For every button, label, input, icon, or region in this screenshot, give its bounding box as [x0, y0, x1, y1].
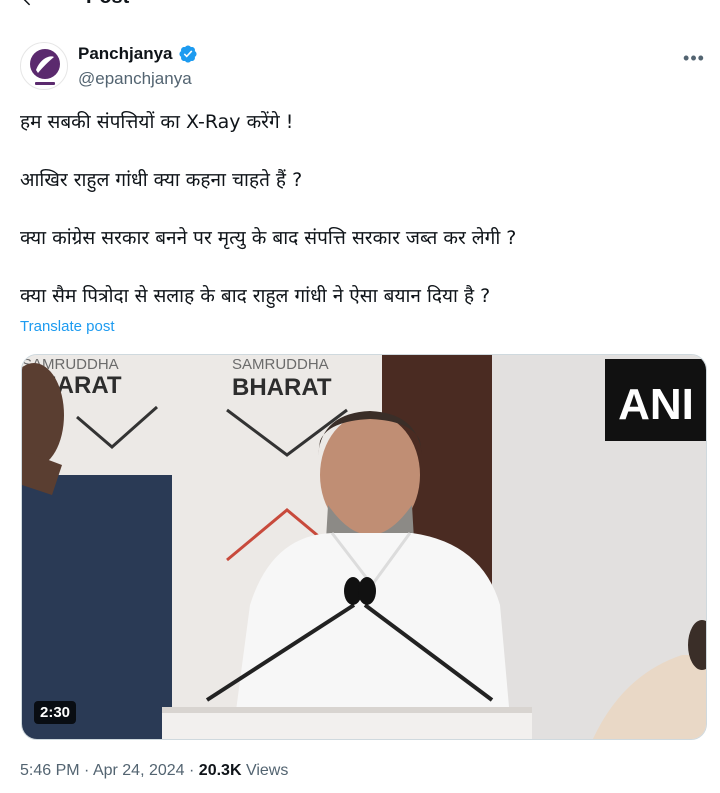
tweet-text: हम सबकी संपत्तियों का X-Ray करेंगे ! आखि…: [20, 108, 700, 310]
more-dots-icon: •••: [683, 48, 705, 68]
tweet-line: क्या कांग्रेस सरकार बनने पर मृत्यु के बा…: [20, 227, 517, 249]
ani-watermark: ANI: [618, 380, 694, 429]
views-count: 20.3K: [198, 762, 242, 779]
tweet-line: हम सबकी संपत्तियों का X-Ray करेंगे !: [20, 111, 294, 133]
video-player[interactable]: SAMRUDDHA BHARAT SAMRUDDHA BHARAT ANI 2:…: [21, 354, 707, 740]
post-header: Panchjanya @epanchjanya •••: [20, 40, 708, 96]
translate-post-link[interactable]: Translate post: [20, 318, 115, 335]
verified-badge-icon: [178, 45, 197, 63]
video-frame: SAMRUDDHA BHARAT SAMRUDDHA BHARAT ANI: [22, 355, 706, 739]
top-bar: Post: [0, 0, 720, 12]
post-time[interactable]: 5:46 PM: [20, 762, 80, 779]
handle[interactable]: @epanchjanya: [78, 69, 192, 89]
tweet-line: आखिर राहुल गांधी क्या कहना चाहते हैं ?: [20, 169, 303, 191]
panchjanya-logo-icon: [30, 49, 60, 85]
avatar[interactable]: [20, 42, 68, 90]
post-meta: 5:46 PM · Apr 24, 2024 · 20.3K Views: [20, 762, 288, 780]
backdrop-text: BHARAT: [232, 374, 332, 401]
views-label: Views: [245, 762, 289, 779]
display-name[interactable]: Panchjanya: [78, 44, 173, 64]
backdrop-text: SAMRUDDHA: [232, 356, 329, 373]
meta-separator: ·: [189, 762, 195, 779]
tweet-line: क्या सैम पित्रोदा से सलाह के बाद राहुल ग…: [20, 285, 491, 307]
name-row: Panchjanya: [78, 44, 198, 64]
post-date[interactable]: Apr 24, 2024: [93, 762, 185, 779]
more-options-button[interactable]: •••: [680, 44, 708, 72]
meta-separator: ·: [84, 762, 90, 779]
video-duration-badge: 2:30: [34, 701, 77, 724]
back-arrow-icon[interactable]: [20, 0, 38, 8]
page-title: Post: [86, 0, 129, 9]
